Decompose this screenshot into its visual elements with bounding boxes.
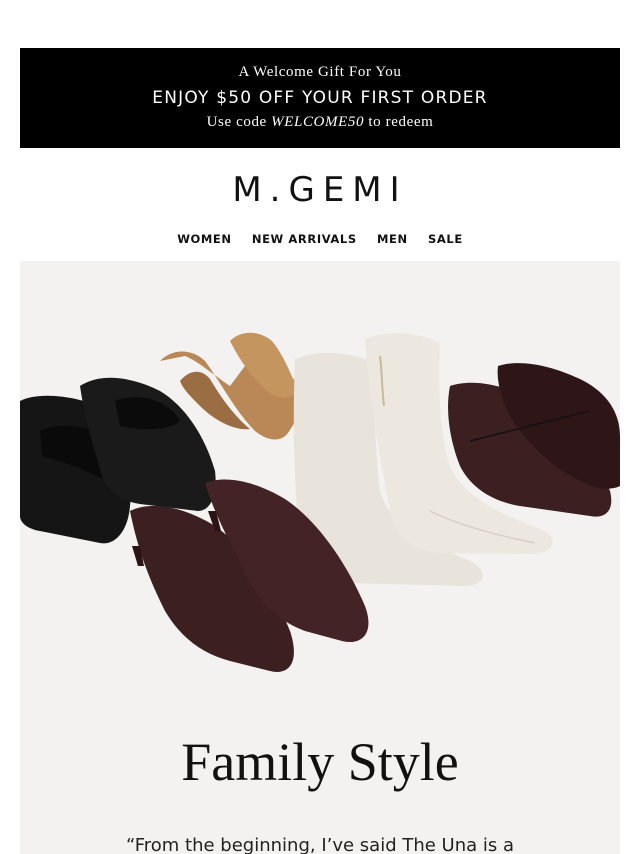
promo-line-2: ENJOY $50 OFF YOUR FIRST ORDER [152,88,488,108]
promo-line-1: A Welcome Gift For You [238,64,402,80]
promo-code: WELCOME50 [271,114,365,130]
nav-item-sale[interactable]: SALE [428,232,463,246]
hero-quote: “From the beginning, I’ve said The Una i… [125,835,515,854]
brand-logo[interactable]: M.GEMI [0,170,640,210]
promo-banner[interactable]: A Welcome Gift For You ENJOY $50 OFF YOU… [20,48,620,148]
nav-item-men[interactable]: MEN [377,232,408,246]
main-nav: WOMEN NEW ARRIVALS MEN SALE [0,232,640,246]
promo-line-3-suffix: to redeem [364,114,434,130]
nav-item-new-arrivals[interactable]: NEW ARRIVALS [252,232,357,246]
hero-shoe-image [20,332,620,672]
nav-item-women[interactable]: WOMEN [177,232,231,246]
hero-headline: Family Style [181,732,459,792]
promo-line-3: Use code WELCOME50 to redeem [20,114,620,131]
promo-line-3-prefix: Use code [206,114,272,130]
hero-section[interactable]: Family Style “From the beginning, I’ve s… [20,261,620,854]
burgundy-ballet-flats [448,363,620,517]
